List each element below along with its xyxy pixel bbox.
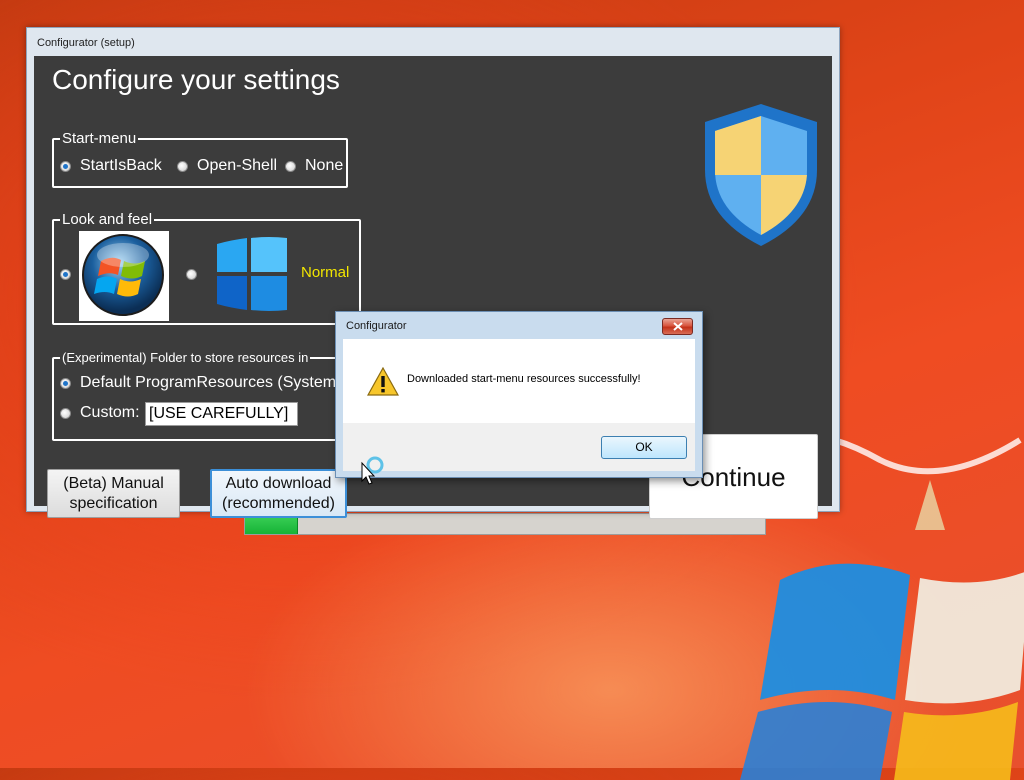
start-menu-group: Start-menu StartIsBack Open-Shell None [52, 130, 348, 188]
dialog-body: Downloaded start-menu resources successf… [343, 339, 695, 423]
radio-custom-folder[interactable]: Custom: [60, 404, 140, 422]
shield-icon [705, 104, 817, 246]
auto-download-button[interactable]: Auto download (recommended) [210, 469, 347, 518]
button-line-2: (recommended) [222, 494, 335, 512]
windows11-logo-icon[interactable] [211, 234, 291, 314]
radio-default-folder[interactable]: Default ProgramResources (SystemD [60, 374, 348, 392]
radio-button[interactable] [60, 377, 71, 389]
radio-label: None [305, 157, 344, 174]
close-icon [672, 322, 683, 331]
radio-open-shell[interactable]: Open-Shell [177, 157, 277, 175]
radio-label: StartIsBack [80, 157, 162, 174]
radio-button[interactable] [177, 160, 188, 172]
dialog-message: Downloaded start-menu resources successf… [407, 373, 641, 385]
message-dialog: Configurator Downloaded start-menu resou… [335, 311, 703, 478]
button-line-1: (Beta) Manual [63, 474, 164, 492]
page-title: Configure your settings [52, 64, 340, 95]
busy-cursor-icon [361, 456, 384, 485]
button-line-1: Auto download [225, 474, 332, 492]
button-line-2: specification [69, 494, 158, 512]
start-menu-legend: Start-menu [60, 130, 139, 148]
custom-folder-input[interactable]: [USE CAREFULLY] [145, 402, 298, 426]
look-and-feel-group: Look and feel Normal [52, 211, 361, 325]
radio-button[interactable] [60, 407, 71, 419]
resources-folder-group: (Experimental) Folder to store resources… [52, 349, 352, 441]
radio-label: Custom: [80, 404, 140, 421]
dialog-close-button[interactable] [662, 318, 693, 335]
radio-none[interactable]: None [285, 157, 343, 175]
dialog-title: Configurator [346, 320, 407, 332]
windows7-orb-image[interactable] [79, 231, 169, 321]
radio-startisback[interactable]: StartIsBack [60, 157, 162, 175]
warning-icon [367, 367, 399, 396]
look-and-feel-legend: Look and feel [60, 211, 155, 229]
windows7-orb-icon [82, 234, 164, 316]
window-title: Configurator (setup) [37, 37, 135, 49]
radio-windows7-style[interactable] [60, 269, 71, 280]
radio-button[interactable] [60, 160, 71, 172]
dialog-footer: OK [343, 423, 695, 471]
radio-windows11-style[interactable] [186, 269, 197, 280]
manual-specification-button[interactable]: (Beta) Manual specification [47, 469, 180, 518]
resources-folder-legend: (Experimental) Folder to store resources… [60, 349, 311, 367]
radio-label: Default ProgramResources (SystemD [80, 374, 348, 391]
look-and-feel-normal-label: Normal [301, 264, 350, 281]
ok-button[interactable]: OK [601, 436, 687, 459]
radio-button[interactable] [285, 160, 296, 172]
radio-label: Open-Shell [197, 157, 278, 174]
